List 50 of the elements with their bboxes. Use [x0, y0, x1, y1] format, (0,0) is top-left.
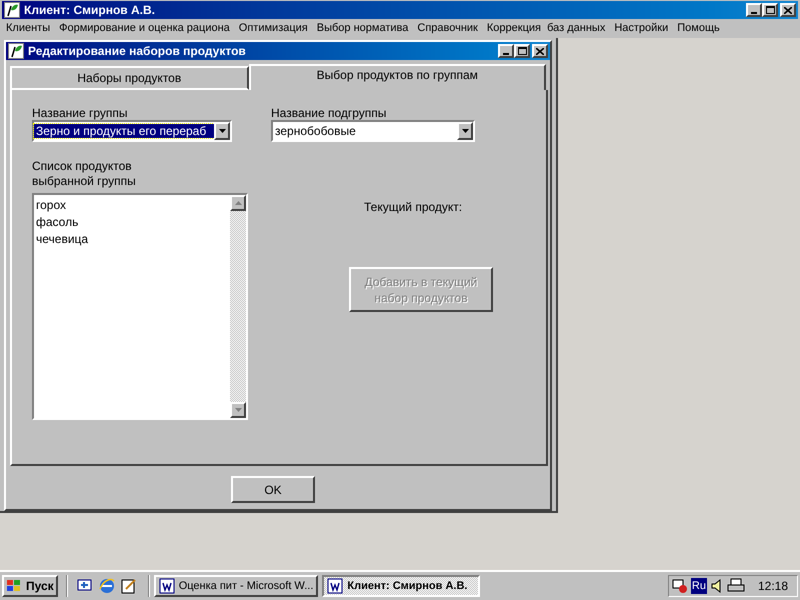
printer-icon[interactable] [726, 578, 745, 594]
subgroup-label: Название подгруппы [271, 105, 388, 120]
close-button[interactable] [532, 44, 548, 58]
language-indicator[interactable]: Ru [690, 578, 707, 594]
document-icon [327, 578, 344, 594]
subgroup-combo[interactable]: зернобобовые [271, 120, 475, 142]
dialog-icon [8, 43, 24, 59]
menu-item[interactable]: Коррекция баз данных [486, 20, 606, 37]
list-item[interactable]: фасоль [36, 214, 230, 231]
maximize-icon [766, 6, 774, 14]
maximize-button[interactable] [762, 3, 778, 17]
taskbar-task[interactable]: Оценка пит - Microsoft W... [154, 575, 318, 597]
ok-button[interactable]: OK [231, 476, 315, 503]
maximize-icon [518, 47, 526, 55]
windows-logo-icon [6, 579, 22, 593]
minimize-button[interactable] [498, 44, 514, 58]
maximize-button[interactable] [514, 44, 530, 58]
combo-value: Зерно и продукты его перераб [34, 124, 214, 138]
menu-item[interactable]: Формирование и оценка рациона [59, 20, 230, 37]
current-product-label: Текущий продукт: [364, 199, 464, 216]
list-label: Список продуктов выбранной группы [32, 159, 137, 189]
minimize-button[interactable] [746, 3, 762, 17]
close-button[interactable] [780, 3, 796, 17]
close-icon [536, 48, 544, 54]
start-button[interactable]: Пуск [2, 575, 58, 597]
window-title: Клиент: Смирнов А.В. [24, 2, 156, 19]
list-item[interactable]: горох [36, 197, 230, 214]
app-icon [4, 2, 20, 18]
tab[interactable]: Наборы продуктов [10, 66, 249, 90]
network-icon[interactable] [672, 578, 688, 594]
menu-item[interactable]: Помощь [677, 20, 720, 37]
menu-item[interactable]: Настройки [614, 20, 668, 37]
close-icon [784, 6, 792, 14]
dialog-title: Редактирование наборов продуктов [28, 43, 247, 60]
taskbar-task[interactable]: Клиент: Смирнов А.В. [322, 575, 480, 597]
menu-item[interactable]: Выбор норматива [316, 20, 408, 37]
browser-icon[interactable] [98, 577, 116, 595]
group-combo[interactable]: Зерно и продукты его перераб [32, 120, 232, 142]
menu-item[interactable]: Оптимизация [238, 20, 308, 37]
notepad-icon[interactable] [120, 577, 138, 595]
tab[interactable]: Выбор продуктов по группам [248, 64, 546, 90]
group-label: Название группы [32, 105, 128, 120]
clock: 12:18 [758, 578, 788, 595]
menu-item[interactable]: Клиенты [6, 20, 50, 37]
scrollbar[interactable] [230, 195, 246, 418]
document-icon [158, 578, 175, 594]
product-list[interactable]: горох фасоль чечевица [32, 193, 248, 420]
menu-item[interactable]: Справочник [417, 20, 478, 37]
list-item[interactable]: чечевица [36, 231, 230, 248]
combo-value: зернобобовые [274, 124, 357, 138]
